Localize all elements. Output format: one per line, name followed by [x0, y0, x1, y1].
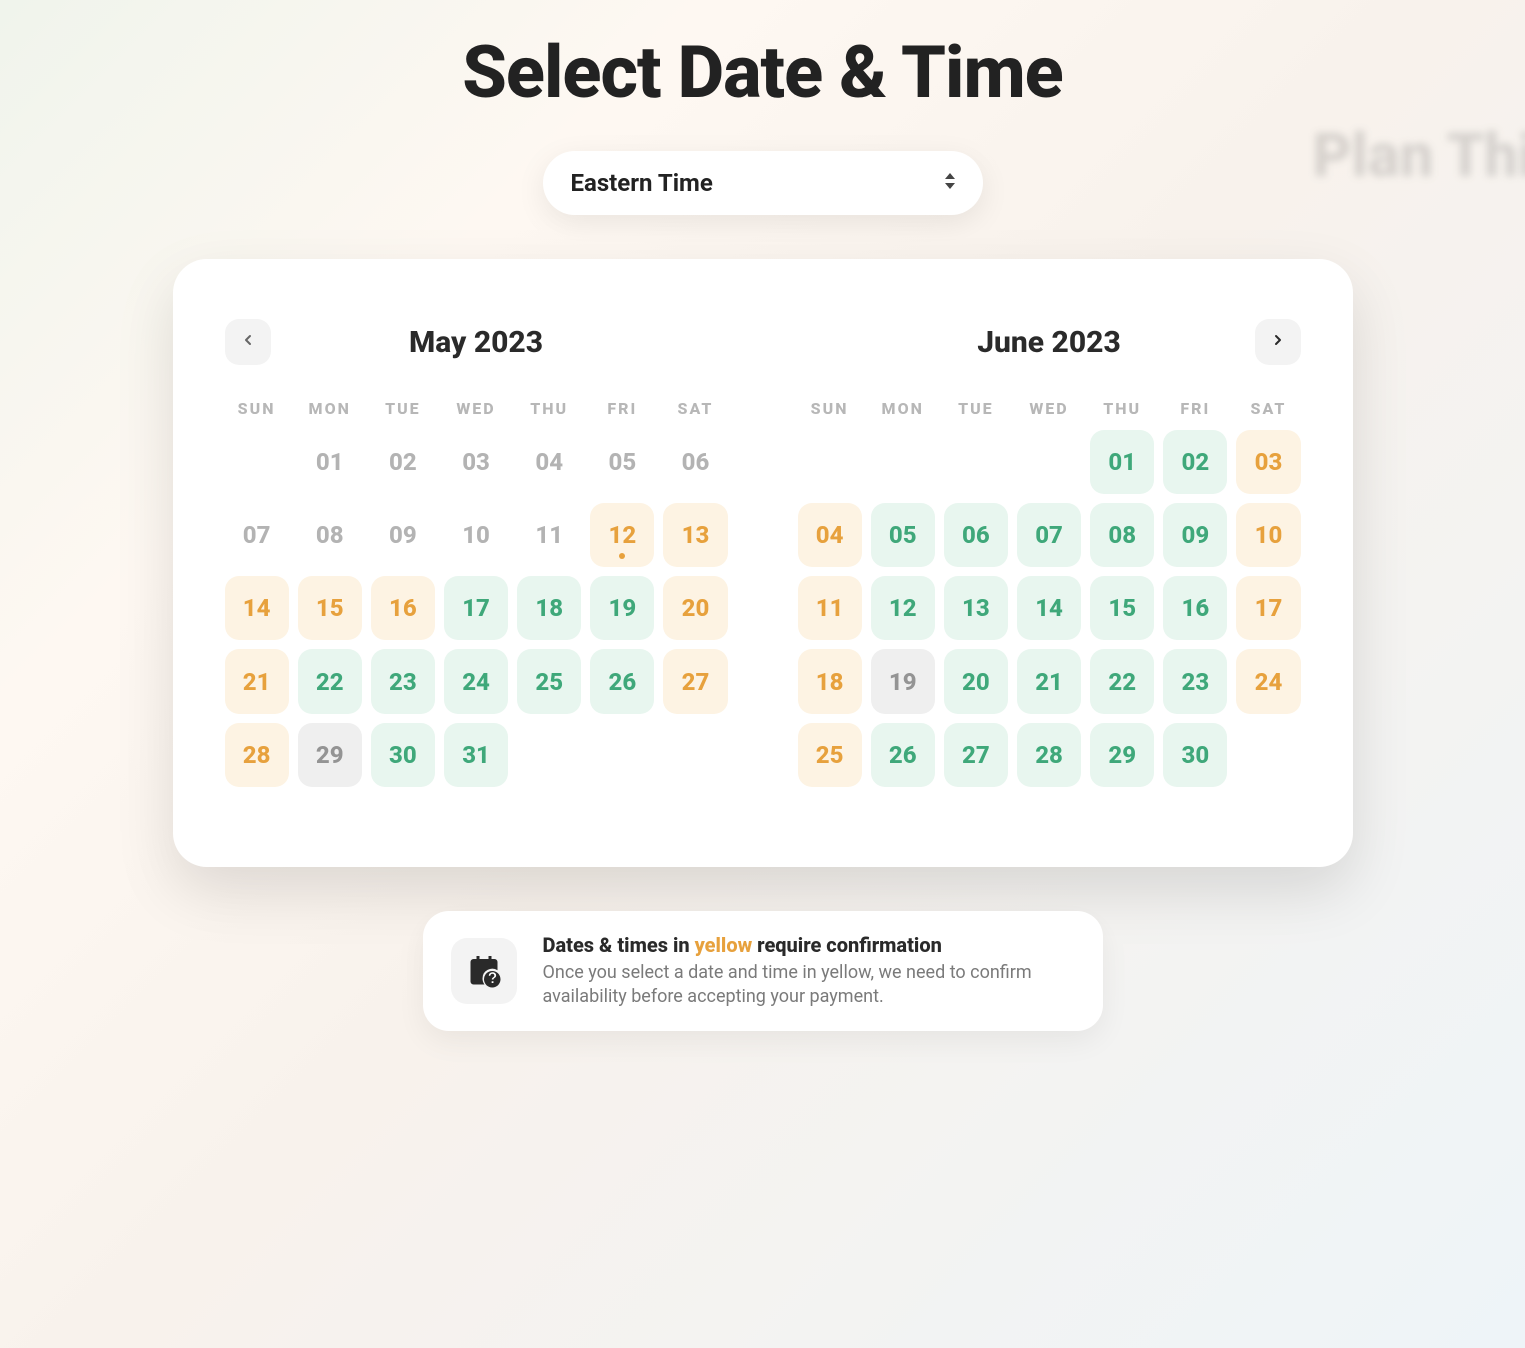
- calendar-day[interactable]: 02: [1163, 430, 1227, 494]
- calendar-day[interactable]: 24: [1236, 649, 1300, 713]
- calendar-day[interactable]: 07: [1017, 503, 1081, 567]
- sort-icon: [943, 169, 957, 197]
- calendar-day[interactable]: 13: [944, 576, 1008, 640]
- calendar-day[interactable]: 08: [1090, 503, 1154, 567]
- calendar-day[interactable]: 27: [663, 649, 727, 713]
- calendar-day[interactable]: 30: [371, 723, 435, 787]
- calendar-day[interactable]: 18: [517, 576, 581, 640]
- calendar-day[interactable]: 23: [1163, 649, 1227, 713]
- calendar-day[interactable]: 16: [1163, 576, 1227, 640]
- calendar-day[interactable]: 31: [444, 723, 508, 787]
- calendar-day[interactable]: 29: [1090, 723, 1154, 787]
- calendar-day[interactable]: 23: [371, 649, 435, 713]
- calendar-day[interactable]: 01: [1090, 430, 1154, 494]
- weekday-header: SAT: [1236, 393, 1300, 430]
- calendar-day[interactable]: 09: [1163, 503, 1227, 567]
- calendar-day[interactable]: 20: [944, 649, 1008, 713]
- calendar-card: May 2023SUNMONTUEWEDTHUFRISAT01020304050…: [173, 259, 1353, 867]
- calendar-day: 09: [371, 503, 435, 567]
- weekday-header: THU: [1090, 393, 1154, 430]
- calendar-day[interactable]: 14: [1017, 576, 1081, 640]
- calendar-day[interactable]: 18: [798, 649, 862, 713]
- weekday-header: MON: [871, 393, 935, 430]
- weekday-header: SUN: [798, 393, 862, 430]
- calendar-day[interactable]: 27: [944, 723, 1008, 787]
- calendar-day[interactable]: 15: [298, 576, 362, 640]
- prev-month-button: [225, 319, 271, 365]
- weekday-header: TUE: [944, 393, 1008, 430]
- calendar-day[interactable]: 26: [871, 723, 935, 787]
- weekday-header: SAT: [663, 393, 727, 430]
- weekday-header: MON: [298, 393, 362, 430]
- chevron-right-icon: [1270, 332, 1286, 352]
- calendar-day[interactable]: 03: [1236, 430, 1300, 494]
- calendar-day[interactable]: 28: [225, 723, 289, 787]
- timezone-selected-value: Eastern Time: [571, 169, 713, 197]
- calendar-day: 19: [871, 649, 935, 713]
- calendar-day: 07: [225, 503, 289, 567]
- calendar-day[interactable]: 10: [1236, 503, 1300, 567]
- calendar-day: 06: [663, 430, 727, 494]
- calendar-day[interactable]: 20: [663, 576, 727, 640]
- calendar-day[interactable]: 26: [590, 649, 654, 713]
- calendar-day[interactable]: 24: [444, 649, 508, 713]
- calendar-day[interactable]: 17: [444, 576, 508, 640]
- calendar-day[interactable]: 11: [798, 576, 862, 640]
- calendar-day[interactable]: 05: [871, 503, 935, 567]
- calendar-question-icon: [451, 938, 517, 1004]
- calendar-day: 11: [517, 503, 581, 567]
- weekday-header: THU: [517, 393, 581, 430]
- calendar-day[interactable]: 04: [798, 503, 862, 567]
- calendar-day[interactable]: 30: [1163, 723, 1227, 787]
- confirmation-notice: Dates & times in yellow require confirma…: [423, 911, 1103, 1032]
- calendar-day[interactable]: 21: [1017, 649, 1081, 713]
- timezone-select[interactable]: Eastern Time: [543, 151, 983, 215]
- calendar-day[interactable]: 25: [517, 649, 581, 713]
- calendar-day: 08: [298, 503, 362, 567]
- month-title: May 2023: [409, 325, 543, 360]
- calendar-day: 29: [298, 723, 362, 787]
- calendar-day[interactable]: 13: [663, 503, 727, 567]
- calendar-day: 05: [590, 430, 654, 494]
- calendar-day[interactable]: 19: [590, 576, 654, 640]
- calendar-day[interactable]: 14: [225, 576, 289, 640]
- calendar-day: 01: [298, 430, 362, 494]
- calendar-day[interactable]: 16: [371, 576, 435, 640]
- calendar-day[interactable]: 06: [944, 503, 1008, 567]
- month-title: June 2023: [977, 325, 1121, 360]
- calendar-day: 03: [444, 430, 508, 494]
- notice-title: Dates & times in yellow require confirma…: [543, 933, 1075, 957]
- calendar-day: 10: [444, 503, 508, 567]
- calendar-day[interactable]: 12: [590, 503, 654, 567]
- calendar-day[interactable]: 22: [1090, 649, 1154, 713]
- calendar-day[interactable]: 21: [225, 649, 289, 713]
- calendar-day[interactable]: 25: [798, 723, 862, 787]
- calendar-day: 04: [517, 430, 581, 494]
- calendar-day[interactable]: 17: [1236, 576, 1300, 640]
- weekday-header: SUN: [225, 393, 289, 430]
- calendar-day: 02: [371, 430, 435, 494]
- weekday-header: TUE: [371, 393, 435, 430]
- calendar-day[interactable]: 28: [1017, 723, 1081, 787]
- calendar-day[interactable]: 12: [871, 576, 935, 640]
- calendar-day[interactable]: 15: [1090, 576, 1154, 640]
- chevron-left-icon: [240, 332, 256, 352]
- weekday-header: WED: [1017, 393, 1081, 430]
- next-month-button[interactable]: [1255, 319, 1301, 365]
- calendar-day[interactable]: 22: [298, 649, 362, 713]
- weekday-header: WED: [444, 393, 508, 430]
- notice-body: Once you select a date and time in yello…: [543, 961, 1075, 1010]
- weekday-header: FRI: [590, 393, 654, 430]
- page-title: Select Date & Time: [173, 30, 1353, 115]
- weekday-header: FRI: [1163, 393, 1227, 430]
